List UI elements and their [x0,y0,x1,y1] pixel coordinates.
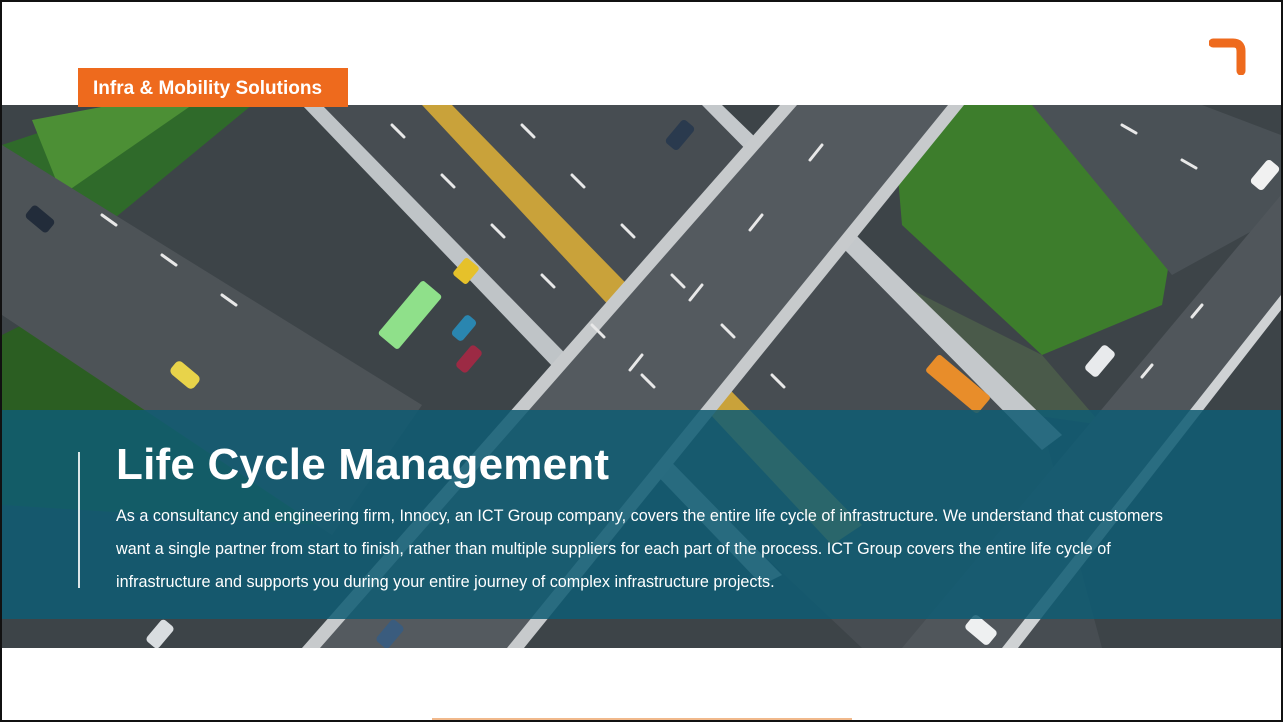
bottom-accent-line [432,718,852,720]
corner-bracket-logo-icon [1209,38,1246,75]
page-title: Life Cycle Management [116,440,610,489]
category-tag: Infra & Mobility Solutions [78,68,348,107]
description-text: As a consultancy and engineering firm, I… [116,507,1164,591]
slide-frame: Infra & Mobility Solutions Life Cycle Ma… [0,0,1283,722]
hero-image: Life Cycle Management As a consultancy a… [2,105,1281,648]
accent-divider-line [78,452,80,588]
